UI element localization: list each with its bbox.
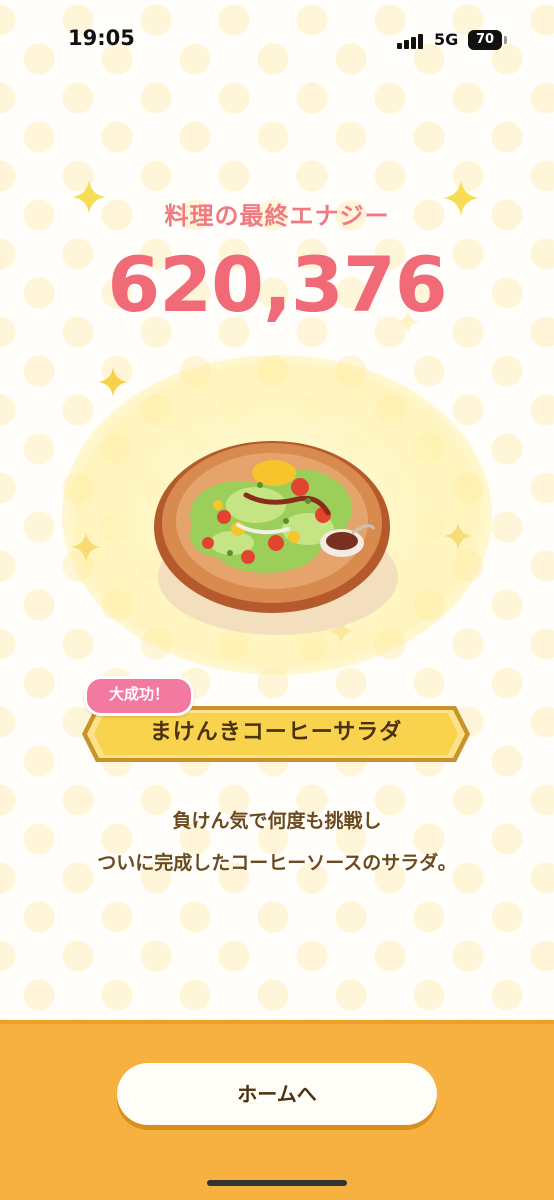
status-bar: 19:05 5G 70 xyxy=(0,0,554,80)
battery-icon: 70 xyxy=(468,30,502,50)
sparkle-icon xyxy=(443,180,479,216)
dish-description-line: 負けん気で何度も挑戦し xyxy=(172,810,382,832)
network-label: 5G xyxy=(434,30,459,49)
sparkle-icon xyxy=(71,532,101,562)
energy-value: 620,376 xyxy=(107,240,447,329)
sparkle-icon xyxy=(98,367,128,397)
sparkle-icon xyxy=(396,310,420,334)
dish-description: 負けん気で何度も挑戦し ついに完成したコーヒーソースのサラダ。 xyxy=(0,800,554,884)
status-time: 19:05 xyxy=(68,26,135,50)
battery-tip xyxy=(504,36,507,44)
footer-divider xyxy=(0,1020,554,1024)
dish-name: まけんきコーヒーサラダ xyxy=(149,720,403,745)
sparkle-icon xyxy=(72,180,106,214)
home-button[interactable]: ホームへ xyxy=(117,1063,437,1125)
sparkle-icon xyxy=(444,522,472,550)
signal-icon xyxy=(397,33,427,49)
home-indicator[interactable] xyxy=(207,1180,347,1186)
salad-dish-illustration xyxy=(154,441,398,635)
dish-description-line: ついに完成したコーヒーソースのサラダ。 xyxy=(97,852,457,874)
